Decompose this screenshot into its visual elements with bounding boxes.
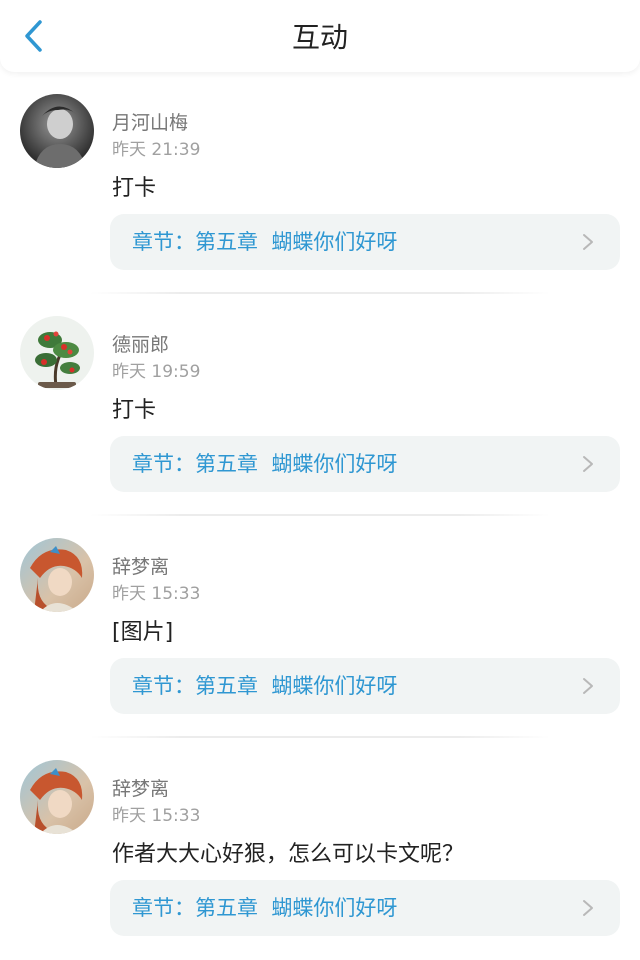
timestamp: 昨天 21:39	[112, 140, 201, 160]
comment-feed: 月河山梅 昨天 21:39 打卡 章节：第五章 蝴蝶你们好呀 德丽郎 昨天 19…	[0, 72, 640, 948]
comment-text: 打卡	[112, 176, 157, 201]
chapter-label: 章节：第五章 蝴蝶你们好呀	[132, 452, 398, 476]
chevron-right-icon	[583, 234, 593, 250]
chapter-link[interactable]: 章节：第五章 蝴蝶你们好呀	[110, 214, 620, 270]
username[interactable]: 德丽郎	[112, 330, 169, 357]
chapter-label: 章节：第五章 蝴蝶你们好呀	[132, 896, 398, 920]
username[interactable]: 辞梦离	[112, 774, 169, 801]
comment-item: 月河山梅 昨天 21:39 打卡 章节：第五章 蝴蝶你们好呀	[0, 72, 640, 294]
chapter-link[interactable]: 章节：第五章 蝴蝶你们好呀	[110, 880, 620, 936]
chevron-right-icon	[583, 900, 593, 916]
chapter-link[interactable]: 章节：第五章 蝴蝶你们好呀	[110, 436, 620, 492]
chevron-right-icon	[583, 678, 593, 694]
comment-text: 打卡	[112, 398, 157, 423]
page-title: 互动	[291, 21, 348, 54]
avatar[interactable]	[20, 94, 94, 168]
comment-item: 辞梦离 昨天 15:33 [图片] 章节：第五章 蝴蝶你们好呀	[0, 516, 640, 738]
comment-item: 辞梦离 昨天 15:33 作者大大心好狠，怎么可以卡文呢？ 章节：第五章 蝴蝶你…	[0, 738, 640, 960]
top-bar: 互动	[0, 0, 640, 72]
chapter-label: 章节：第五章 蝴蝶你们好呀	[132, 674, 398, 698]
comment-text: [图片]	[112, 620, 174, 645]
username[interactable]: 月河山梅	[112, 108, 188, 135]
chapter-link[interactable]: 章节：第五章 蝴蝶你们好呀	[110, 658, 620, 714]
avatar[interactable]	[20, 538, 94, 612]
timestamp: 昨天 15:33	[112, 806, 201, 826]
comment-item: 德丽郎 昨天 19:59 打卡 章节：第五章 蝴蝶你们好呀	[0, 294, 640, 516]
comment-text: 作者大大心好狠，怎么可以卡文呢？	[112, 842, 465, 867]
timestamp: 昨天 19:59	[112, 362, 201, 382]
chevron-right-icon	[583, 456, 593, 472]
chapter-label: 章节：第五章 蝴蝶你们好呀	[132, 230, 398, 254]
avatar[interactable]	[20, 316, 94, 390]
username[interactable]: 辞梦离	[112, 552, 169, 579]
timestamp: 昨天 15:33	[112, 584, 201, 604]
avatar[interactable]	[20, 760, 94, 834]
